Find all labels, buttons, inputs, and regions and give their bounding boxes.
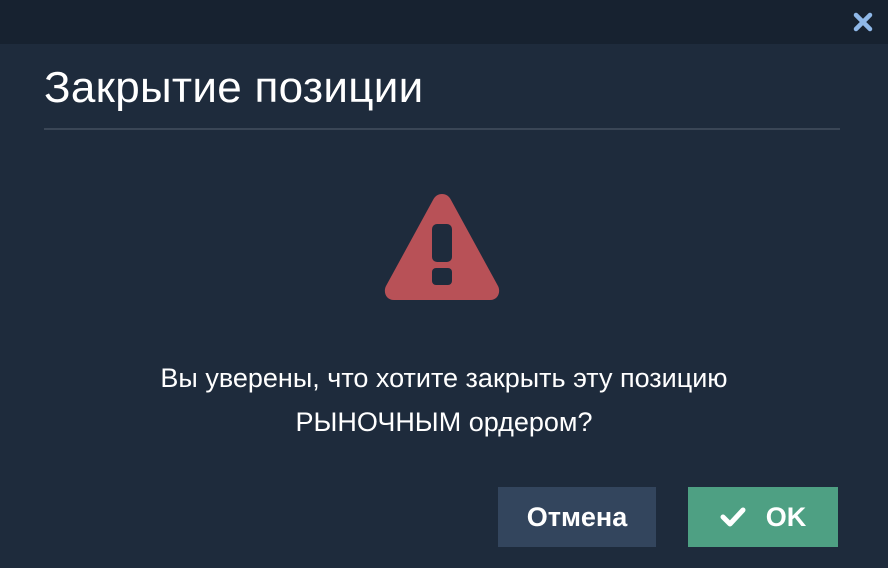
dialog-topbar [0, 0, 888, 44]
confirmation-message: Вы уверены, что хотите закрыть эту позиц… [0, 356, 888, 444]
close-button[interactable] [850, 9, 876, 35]
cancel-button-label: Отмена [526, 501, 628, 532]
close-icon [853, 12, 873, 32]
cancel-button[interactable]: Отмена [498, 487, 656, 547]
message-line-1: Вы уверены, что хотите закрыть эту позиц… [160, 363, 728, 393]
message-line-2: РЫНОЧНЫМ ордером? [295, 407, 593, 437]
close-position-dialog: Закрытие позиции Вы уверены, что хотите … [0, 0, 888, 568]
ok-button[interactable]: OK [688, 487, 838, 547]
ok-button-label: OK [765, 501, 807, 532]
title-divider [44, 128, 840, 130]
check-icon [720, 506, 746, 528]
dialog-title: Закрытие позиции [44, 63, 424, 112]
warning-triangle-icon [384, 194, 500, 300]
